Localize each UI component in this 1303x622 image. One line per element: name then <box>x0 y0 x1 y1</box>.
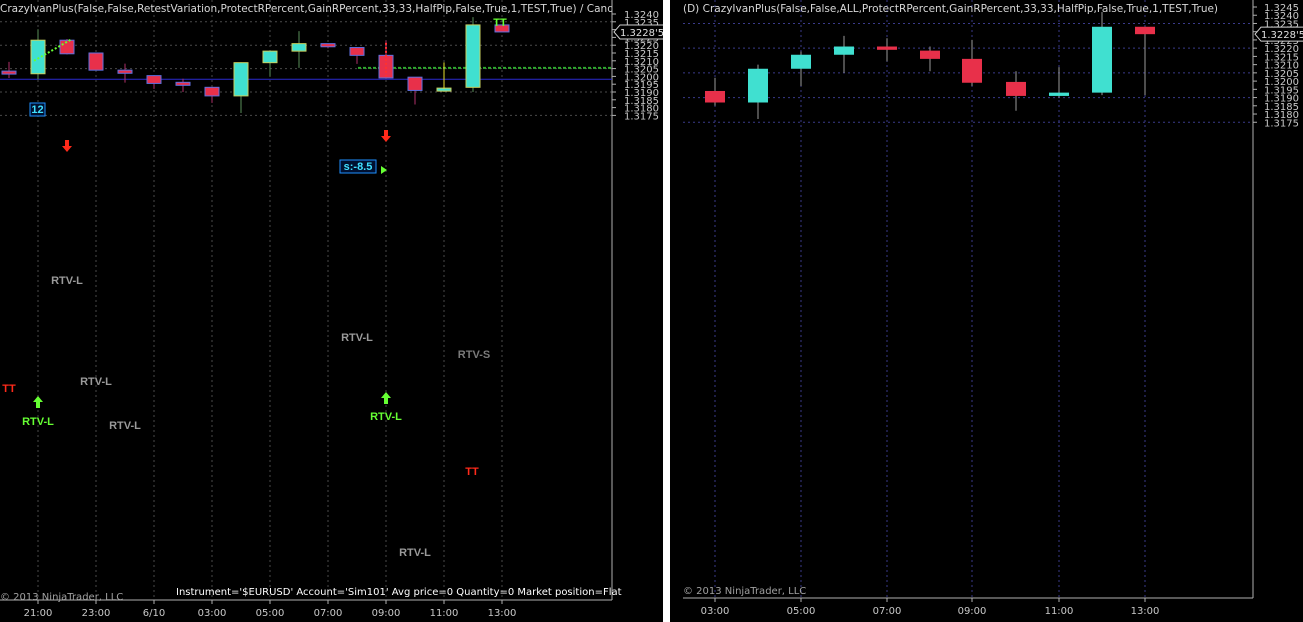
right-chart-title: (D) CrazyIvanPlus(False,False,ALL,Protec… <box>683 3 1219 15</box>
rtv-l-label: RTV-L <box>80 376 112 388</box>
panel-divider[interactable] <box>663 0 670 622</box>
bearish-candle <box>962 58 982 83</box>
bearish-candle <box>146 75 162 84</box>
rtv-s-label: RTV-S <box>458 349 490 361</box>
rtv-l-label: RTV-L <box>399 547 431 559</box>
bullish-candle <box>465 24 481 88</box>
sell-arrow-icon-shape <box>62 140 72 152</box>
tt-label: TT <box>2 383 16 395</box>
sell-arrow-icon <box>381 130 391 142</box>
time-tick-label: 05:00 <box>256 608 285 619</box>
bearish-candle <box>117 69 133 74</box>
rtv-l-label: RTV-L <box>370 411 402 423</box>
bearish-candle <box>175 81 191 86</box>
bullish-candle <box>291 43 307 52</box>
buy-arrow-icon <box>33 396 43 408</box>
bearish-candle <box>1 70 17 75</box>
tt-label: TT <box>493 17 507 29</box>
bullish-candle <box>748 68 768 103</box>
buy-arrow-icon <box>381 392 391 404</box>
rtv-l-label: RTV-L <box>22 416 54 428</box>
time-tick-label: 07:00 <box>314 608 343 619</box>
time-tick-label: 07:00 <box>873 606 902 617</box>
time-tick-label: 11:00 <box>1045 606 1074 617</box>
bearish-candle <box>349 47 365 56</box>
time-tick-label: 21:00 <box>24 608 53 619</box>
bearish-candle <box>705 90 725 103</box>
bullish-candle <box>834 46 854 55</box>
time-tick-label: 09:00 <box>958 606 987 617</box>
sell-arrow-icon-shape <box>381 130 391 142</box>
time-tick-label: 13:00 <box>488 608 517 619</box>
sell-arrow-icon <box>62 140 72 152</box>
bearish-candle <box>1135 26 1155 35</box>
bearish-candle <box>877 46 897 50</box>
time-tick-label: 09:00 <box>372 608 401 619</box>
rtv-l-label: RTV-L <box>341 332 373 344</box>
price-tick-label: 1.3175 <box>624 111 659 122</box>
bullish-candle <box>1049 92 1069 96</box>
bearish-candle <box>1006 81 1026 96</box>
buy-arrow-icon-shape <box>381 392 391 404</box>
bearish-candle <box>88 52 104 71</box>
current-price-label: 1.3228'5 <box>1261 30 1303 41</box>
time-tick-label: 11:00 <box>430 608 459 619</box>
bearish-candle <box>320 43 336 48</box>
right-chart-panel[interactable]: 1.32451.32401.32351.32301.32251.32201.32… <box>670 0 1303 622</box>
stop-value-label: s:-8.5 <box>344 161 373 173</box>
right-candlestick-chart[interactable]: 1.32451.32401.32351.32301.32251.32201.32… <box>670 0 1303 622</box>
rtv-l-label: RTV-L <box>51 275 83 287</box>
time-tick-label: 23:00 <box>82 608 111 619</box>
signal-count-label: 12 <box>31 104 43 116</box>
price-tick-label: 1.3175 <box>1264 118 1299 129</box>
left-candlestick-chart[interactable]: 12 s:-8.5 TT TT TT RTV-L RTV-L RTV-L RTV-L RTV-L R… <box>0 0 663 622</box>
buy-arrow-icon-shape <box>33 396 43 408</box>
time-tick-label: 6/10 <box>143 608 165 619</box>
left-copyright: © 2013 NinjaTrader, LLC <box>0 592 124 603</box>
time-tick-label: 13:00 <box>1131 606 1160 617</box>
time-tick-label: 03:00 <box>198 608 227 619</box>
bullish-candle <box>233 62 249 97</box>
bearish-candle <box>378 54 394 79</box>
tt-label: TT <box>465 466 479 478</box>
left-chart-title: CrazyIvanPlus(False,False,RetestVariatio… <box>0 3 612 15</box>
bearish-candle <box>407 76 423 91</box>
rtv-l-label: RTV-L <box>109 420 141 432</box>
bullish-candle <box>262 50 278 64</box>
bullish-candle <box>1092 26 1112 93</box>
position-status-line: Instrument='$EURUSD' Account='Sim101' Av… <box>176 587 622 598</box>
time-tick-label: 03:00 <box>701 606 730 617</box>
bearish-candle <box>920 50 940 59</box>
time-tick-label: 05:00 <box>787 606 816 617</box>
triangle-marker-icon <box>381 166 387 174</box>
right-copyright: © 2013 NinjaTrader, LLC <box>683 586 807 597</box>
bearish-candle <box>204 86 220 97</box>
left-chart-panel[interactable]: 12 s:-8.5 TT TT TT RTV-L RTV-L RTV-L RTV-L RTV-L R… <box>0 0 663 622</box>
current-price-label: 1.3228'5 <box>620 28 663 39</box>
bullish-candle <box>30 39 46 75</box>
bullish-candle <box>791 54 811 69</box>
